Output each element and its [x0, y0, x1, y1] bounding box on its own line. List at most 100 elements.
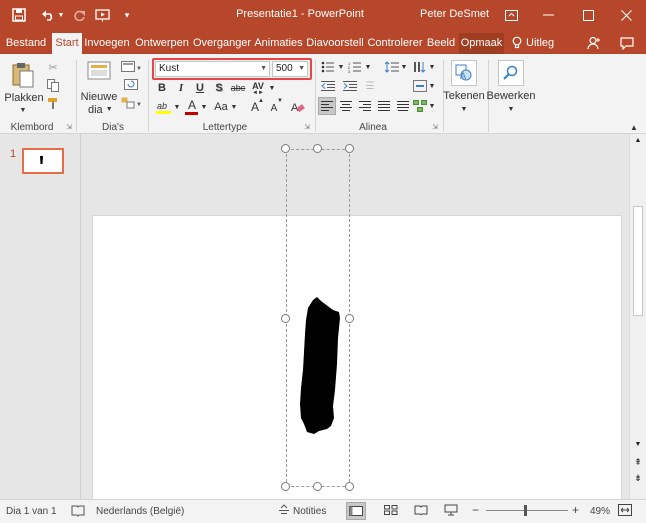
comments-icon[interactable]	[618, 33, 636, 54]
font-color-dropdown-icon[interactable]: ▼	[200, 102, 208, 112]
close-icon[interactable]	[616, 6, 636, 24]
strikethrough-button[interactable]: abc	[229, 81, 247, 95]
paste-icon[interactable]	[10, 60, 36, 90]
font-name-dropdown-icon[interactable]: ▼	[260, 62, 267, 76]
justify-icon[interactable]	[376, 98, 392, 114]
bullets-icon[interactable]	[320, 60, 336, 74]
customize-toolbar-icon[interactable]: ▾	[121, 6, 133, 24]
slide-sorter-icon[interactable]	[384, 505, 398, 518]
drawing-button[interactable]: Tekenen	[442, 89, 486, 103]
resize-handle-bottom[interactable]	[313, 482, 322, 491]
underline-button[interactable]: U	[193, 81, 207, 95]
resize-handle-top[interactable]	[313, 144, 322, 153]
ribbon-display-options-icon[interactable]	[503, 6, 519, 24]
drawing-shapes-icon[interactable]: A	[451, 60, 477, 86]
reset-slide-icon[interactable]	[120, 78, 142, 92]
highlight-dropdown-icon[interactable]: ▼	[173, 102, 181, 112]
collapse-ribbon-icon[interactable]: ▲	[628, 122, 640, 132]
change-case-dropdown-icon[interactable]: ▼	[230, 102, 238, 112]
numbering-dropdown-icon[interactable]: ▼	[364, 62, 372, 72]
language-status[interactable]: Nederlands (België)	[96, 506, 184, 517]
zoom-level[interactable]: 49%	[590, 506, 610, 517]
zoom-in-icon[interactable]: +	[572, 503, 579, 517]
font-size-dropdown-icon[interactable]: ▼	[298, 62, 305, 76]
text-shadow-button[interactable]: S	[212, 81, 226, 95]
cut-icon[interactable]: ✂	[46, 60, 60, 74]
clipboard-launcher-icon[interactable]: ⇲	[64, 122, 74, 132]
minimize-icon[interactable]	[538, 6, 558, 24]
layout-icon[interactable]: ▼	[120, 60, 142, 74]
resize-handle-top-right[interactable]	[345, 144, 354, 153]
zoom-slider-thumb[interactable]	[524, 505, 527, 516]
increase-indent-icon[interactable]	[342, 79, 358, 93]
next-slide-icon[interactable]: ⇟	[633, 473, 643, 485]
maximize-icon[interactable]	[578, 6, 598, 24]
tab-uitleg[interactable]: Uitleg	[526, 33, 558, 54]
reading-view-icon[interactable]	[414, 505, 428, 518]
notes-icon[interactable]	[278, 504, 290, 519]
start-from-beginning-icon[interactable]	[94, 6, 112, 24]
tab-diavoorstell[interactable]: Diavoorstell	[306, 33, 364, 54]
scroll-up-icon[interactable]: ▲	[633, 137, 643, 147]
smartart-dropdown-icon[interactable]: ▼	[428, 101, 436, 111]
tab-start[interactable]: Start	[52, 33, 82, 54]
zoom-out-icon[interactable]: −	[472, 503, 479, 517]
resize-handle-bottom-right[interactable]	[345, 482, 354, 491]
tab-overganger[interactable]: Overganger	[193, 33, 251, 54]
spelling-icon[interactable]	[71, 504, 85, 520]
new-slide-label-line2[interactable]: dia ▼	[80, 103, 118, 116]
decrease-indent-icon[interactable]	[320, 79, 336, 93]
font-size-combobox[interactable]: 500 ▼	[272, 61, 308, 77]
resize-handle-right[interactable]	[345, 314, 354, 323]
line-spacing-icon[interactable]	[384, 60, 400, 74]
tab-opmaak[interactable]: Opmaak	[459, 33, 504, 54]
font-color-button[interactable]: A	[185, 98, 199, 112]
paste-dropdown-icon[interactable]: ▼	[18, 105, 28, 115]
vertical-scrollbar[interactable]: ▲ ▼ ⇞ ⇟	[629, 134, 646, 499]
font-name-combobox[interactable]: Kust ▼	[155, 61, 270, 77]
notes-button[interactable]: Notities	[293, 506, 326, 517]
user-name[interactable]: Peter DeSmet	[420, 8, 489, 20]
zoom-slider-track[interactable]	[486, 510, 568, 511]
numbering-icon[interactable]: 123	[347, 60, 363, 74]
smartart-icon[interactable]	[412, 98, 428, 114]
align-center-icon[interactable]	[338, 98, 354, 114]
undo-dropdown-icon[interactable]: ▼	[57, 6, 65, 24]
align-text-icon[interactable]	[412, 79, 428, 93]
new-slide-icon[interactable]	[86, 58, 112, 86]
text-direction-dropdown-icon[interactable]: ▼	[428, 62, 436, 72]
italic-button[interactable]: I	[174, 81, 188, 95]
tab-animaties[interactable]: Animaties	[253, 33, 304, 54]
line-spacing-dropdown-icon[interactable]: ▼	[400, 62, 408, 72]
paste-button[interactable]: Plakken	[4, 91, 44, 105]
save-icon[interactable]	[10, 6, 28, 24]
bullets-dropdown-icon[interactable]: ▼	[337, 62, 345, 72]
fit-to-window-icon[interactable]	[618, 504, 632, 519]
paragraph-launcher-icon[interactable]: ⇲	[430, 122, 440, 132]
previous-slide-icon[interactable]: ⇞	[633, 457, 643, 469]
tab-invoegen[interactable]: Invoegen	[84, 33, 130, 54]
columns-icon[interactable]: ☰	[362, 79, 378, 93]
lightbulb-icon[interactable]	[510, 33, 524, 54]
scroll-thumb[interactable]	[633, 206, 643, 316]
change-case-button[interactable]: Aa	[212, 100, 230, 114]
font-launcher-icon[interactable]: ⇲	[302, 122, 312, 132]
tab-bestand[interactable]: Bestand	[4, 33, 48, 54]
normal-view-icon[interactable]	[346, 502, 366, 520]
drawing-dropdown-icon[interactable]: ▼	[459, 104, 469, 114]
bold-button[interactable]: B	[155, 81, 169, 95]
scroll-down-icon[interactable]: ▼	[633, 441, 643, 451]
slideshow-icon[interactable]	[444, 504, 458, 519]
resize-handle-top-left[interactable]	[281, 144, 290, 153]
tab-beeld[interactable]: Beeld	[426, 33, 456, 54]
redo-icon[interactable]	[71, 6, 87, 24]
format-painter-icon[interactable]	[46, 96, 60, 110]
tab-ontwerpen[interactable]: Ontwerpen	[134, 33, 190, 54]
align-text-dropdown-icon[interactable]: ▼	[428, 81, 436, 91]
character-spacing-dropdown-icon[interactable]: ▼	[268, 83, 276, 93]
align-left-icon[interactable]	[318, 97, 336, 115]
undo-icon[interactable]	[40, 6, 56, 24]
find-icon[interactable]	[498, 60, 524, 86]
section-icon[interactable]: ▼	[120, 96, 142, 110]
editing-dropdown-icon[interactable]: ▼	[506, 104, 516, 114]
